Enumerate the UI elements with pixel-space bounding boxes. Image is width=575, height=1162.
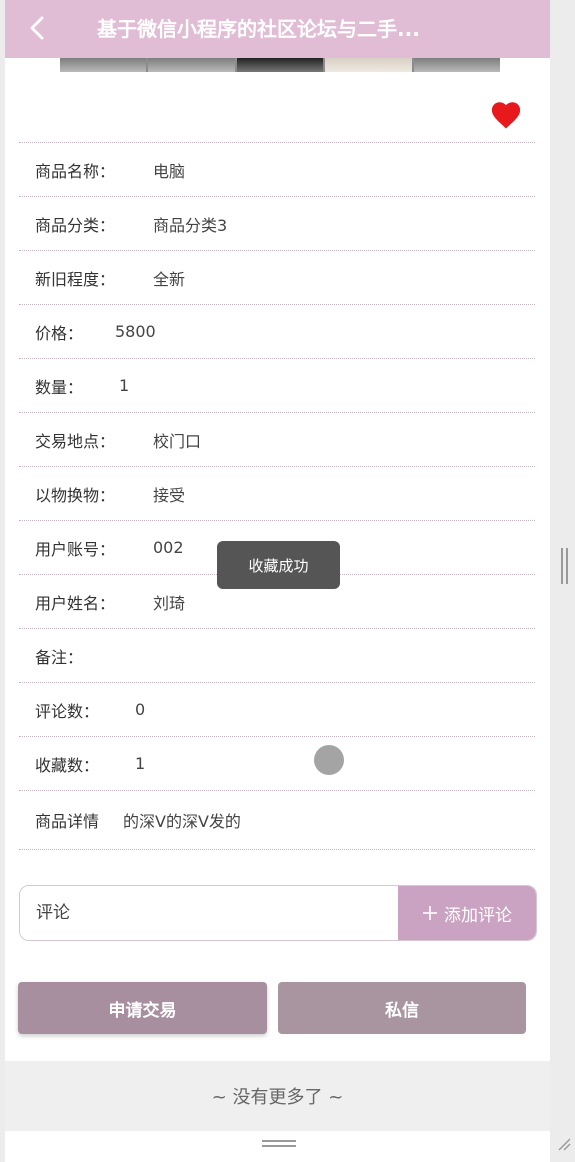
detail-row-remark: 备注： xyxy=(19,628,535,682)
add-comment-label: 添加评论 xyxy=(444,905,512,926)
success-toast: 收藏成功 xyxy=(217,541,340,589)
detail-label: 商品名称： xyxy=(35,161,116,181)
detail-label: 用户账号： xyxy=(35,539,116,559)
detail-label: 交易地点： xyxy=(35,431,116,451)
detail-label: 数量： xyxy=(35,377,84,397)
detail-label: 备注： xyxy=(35,647,84,667)
detail-row-condition: 新旧程度： 全新 xyxy=(19,250,535,304)
detail-value: 1 xyxy=(119,376,130,395)
detail-value: 刘琦 xyxy=(153,593,186,613)
detail-row-exchange: 以物换物： 接受 xyxy=(19,466,535,520)
carousel-image xyxy=(60,58,147,72)
touch-indicator xyxy=(314,745,344,775)
carousel-image xyxy=(413,58,501,72)
detail-label: 用户姓名： xyxy=(35,593,116,613)
detail-label: 新旧程度： xyxy=(35,269,116,289)
apply-trade-button[interactable]: 申请交易 xyxy=(18,982,267,1034)
horizontal-drag-handle[interactable] xyxy=(262,1140,296,1147)
detail-row-location: 交易地点： 校门口 xyxy=(19,412,535,466)
carousel-image xyxy=(236,58,324,72)
heart-icon xyxy=(491,102,521,129)
back-button[interactable] xyxy=(23,14,51,42)
detail-value: 5800 xyxy=(115,322,156,341)
detail-label: 收藏数： xyxy=(35,755,100,775)
detail-value: 接受 xyxy=(153,485,186,505)
detail-row-favorite-count: 收藏数： 1 xyxy=(19,736,535,790)
detail-value: 0 xyxy=(135,700,146,719)
detail-label: 商品分类： xyxy=(35,215,116,235)
detail-label: 价格： xyxy=(35,323,84,343)
detail-value: 的深V的深V发的 xyxy=(123,812,241,831)
detail-value: 全新 xyxy=(153,269,186,289)
private-message-button[interactable]: 私信 xyxy=(278,982,526,1034)
detail-label: 以物换物： xyxy=(35,485,116,505)
add-comment-button[interactable]: 添加评论 xyxy=(398,886,536,940)
plus-icon xyxy=(423,906,437,920)
detail-row-comment-count: 评论数： 0 xyxy=(19,682,535,736)
carousel-image xyxy=(325,58,412,72)
favorite-button[interactable] xyxy=(489,98,523,132)
resize-grip-icon[interactable] xyxy=(557,1137,571,1151)
page-title: 基于微信小程序的社区论坛与二手... xyxy=(97,17,420,41)
carousel-image xyxy=(148,58,235,72)
product-detail-list: 商品名称： 电脑 商品分类： 商品分类3 新旧程度： 全新 价格： 5800 数… xyxy=(19,142,535,850)
detail-value: 商品分类3 xyxy=(153,215,228,235)
navbar: 基于微信小程序的社区论坛与二手... xyxy=(5,0,550,58)
comment-input[interactable] xyxy=(20,886,398,940)
detail-value: 1 xyxy=(135,754,146,773)
comment-bar: 添加评论 xyxy=(19,885,537,941)
detail-row-name: 商品名称： 电脑 xyxy=(19,142,535,196)
chevron-left-icon xyxy=(30,16,44,40)
detail-row-quantity: 数量： 1 xyxy=(19,358,535,412)
detail-row-description: 商品详情 的深V的深V发的 xyxy=(19,790,535,850)
detail-label: 评论数： xyxy=(35,701,100,721)
end-of-list-footer: ~ 没有更多了 ~ xyxy=(5,1061,550,1131)
detail-value: 电脑 xyxy=(153,161,186,181)
detail-row-price: 价格： 5800 xyxy=(19,304,535,358)
vertical-drag-handle[interactable] xyxy=(561,548,568,584)
detail-value: 002 xyxy=(153,538,184,557)
mini-program-page: 基于微信小程序的社区论坛与二手... 商品名称： 电脑 商品分类： 商品分类3 … xyxy=(5,0,550,1162)
detail-label: 商品详情 xyxy=(35,812,100,831)
product-image-carousel[interactable] xyxy=(60,58,501,72)
detail-value: 校门口 xyxy=(153,431,202,451)
detail-row-category: 商品分类： 商品分类3 xyxy=(19,196,535,250)
